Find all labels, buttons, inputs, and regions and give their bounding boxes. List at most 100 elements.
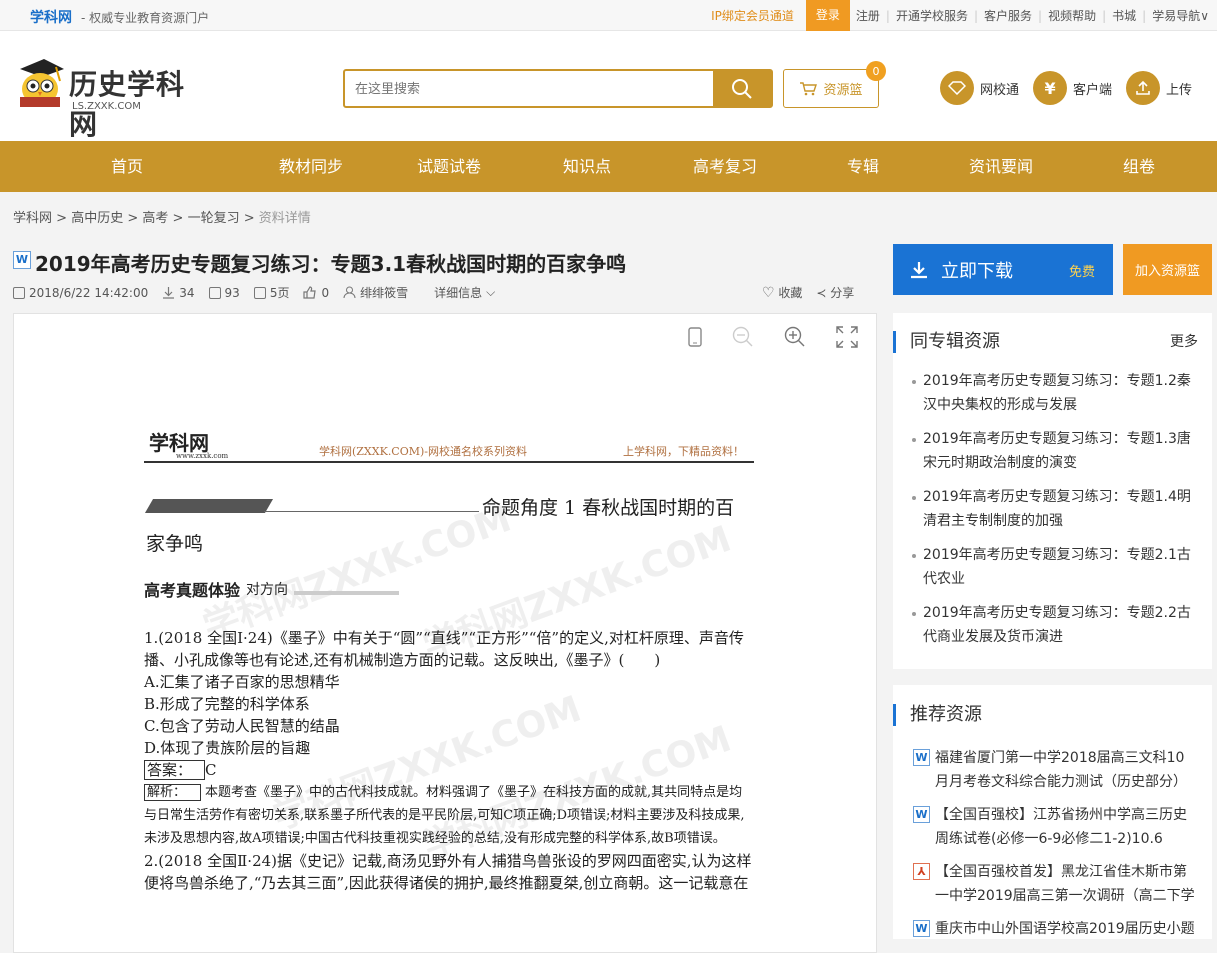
- school-service-link[interactable]: 开通学校服务: [890, 7, 974, 24]
- list-item[interactable]: 2019年高考历史专题复习练习：专题2.1古代农业: [893, 543, 1212, 591]
- eye-icon: [208, 286, 221, 299]
- bookstore-link[interactable]: 书城: [1106, 7, 1142, 24]
- list-item[interactable]: W 【全国百强校】江苏省扬州中学高三历史周练试卷(必修一6-9必修二1-2)10.…: [893, 803, 1212, 851]
- zoom-in-icon[interactable]: [784, 326, 806, 348]
- video-help-link[interactable]: 视频帮助: [1042, 7, 1102, 24]
- list-item[interactable]: 2019年高考历史专题复习练习：专题1.4明清君主专制制度的加强: [893, 485, 1212, 533]
- heading-bar-line: [264, 511, 479, 512]
- nav-gaokao-review[interactable]: 高考复习: [693, 141, 757, 192]
- thumbs-up-icon: [303, 286, 317, 299]
- option-b: B.形成了完整的科学体系: [144, 695, 310, 713]
- list-item[interactable]: 2019年高考历史专题复习练习：专题1.2秦汉中央集权的形成与发展: [893, 369, 1212, 417]
- doc-meta: 2018/6/22 14:42:00 34 93 5页 0 绯绯筱雪 详细信息 ⌵: [13, 284, 523, 301]
- nav-textbook-sync[interactable]: 教材同步: [279, 141, 343, 192]
- top-links: IP绑定会员通道 登录 注册 | 开通学校服务 | 客户服务 | 视频帮助 | 书城 | …: [705, 0, 1217, 31]
- doc-header-right: 上学科网，下精品资料！: [623, 445, 744, 458]
- more-link[interactable]: 更多: [1170, 331, 1198, 351]
- list-item[interactable]: W 福建省厦门第一中学2018届高三文科10月月考卷文科综合能力测试（历史部分）: [893, 746, 1212, 794]
- customer-service-link[interactable]: 客户服务: [978, 7, 1038, 24]
- recommend-title: 推荐资源: [893, 704, 1212, 726]
- option-a: A.汇集了诸子百家的思想精华: [144, 673, 340, 691]
- resource-basket-button[interactable]: 资源篮 0: [783, 61, 886, 108]
- register-link[interactable]: 注册: [850, 7, 886, 24]
- same-series-panel: 同专辑资源 更多 2019年高考历史专题复习练习：专题1.2秦汉中央集权的形成与…: [893, 313, 1212, 669]
- ip-member-link[interactable]: IP绑定会员通道: [705, 7, 800, 24]
- navigation-dropdown[interactable]: 学易导航∨: [1146, 7, 1217, 24]
- answer-line: 答案： C: [144, 759, 754, 781]
- list-item[interactable]: W 重庆市中山外国语学校高2019届历史小题: [893, 917, 1212, 941]
- free-badge: 免费: [1068, 265, 1095, 280]
- analysis-text: 本题考查《墨子》中的古代科技成就。材料强调了《墨子》在科技方面的成就,其共同特点…: [144, 785, 745, 846]
- viewer-toolbar: [688, 326, 858, 348]
- fullscreen-icon[interactable]: [836, 326, 858, 348]
- site-logo[interactable]: 历史学科网 LS.ZXXK.COM: [12, 53, 212, 141]
- breadcrumb: 学科网 > 高中历史 > 高考 > 一轮复习 > 资料详情: [13, 211, 311, 226]
- chevron-down-icon: ⌵: [486, 285, 496, 299]
- client-link[interactable]: ¥ 客户端: [1033, 71, 1112, 105]
- recommend-panel: 推荐资源 W 福建省厦门第一中学2018届高三文科10月月考卷文科综合能力测试（历…: [893, 685, 1212, 939]
- nav-exam-papers[interactable]: 试题试卷: [417, 141, 481, 192]
- login-button[interactable]: 登录: [805, 0, 850, 31]
- list-item[interactable]: 2019年高考历史专题复习练习：专题2.2古代商业发展及货币演进: [893, 601, 1212, 649]
- search-box: [343, 69, 773, 108]
- word-file-icon: W: [913, 920, 930, 937]
- main-nav: 首页 教材同步 试题试卷 知识点 高考复习 专辑 资讯要闻 组卷: [0, 141, 1217, 192]
- document-preview[interactable]: 学科网ZXXK.COM 学科网ZXXK.COM 学科网ZXXK.COM 学科网Z…: [13, 313, 877, 953]
- favorite-button[interactable]: ♡ 收藏: [762, 284, 802, 301]
- basket-count-badge: 0: [866, 61, 886, 81]
- nav-home[interactable]: 首页: [111, 141, 143, 192]
- nav-compose-paper[interactable]: 组卷: [1123, 141, 1155, 192]
- recommend-item-text: 【全国百强校首发】黑龙江省佳木斯市第一中学2019届高三第一次调研（高二下学: [935, 864, 1195, 904]
- top-bar: 学科网 - 权威专业教育资源门户 IP绑定会员通道 登录 注册 | 开通学校服务 |…: [0, 0, 1217, 31]
- question-1: 1.(2018 全国Ⅰ·24)《墨子》中有关于“圆”“直线”“正方形”“倍”的定…: [144, 629, 744, 669]
- doc-views: 93: [208, 286, 240, 300]
- breadcrumb-item[interactable]: 一轮复习: [188, 211, 240, 226]
- heading-bar-decoration: [144, 499, 274, 513]
- zoom-out-icon[interactable]: [732, 326, 754, 348]
- doc-section-title: 高考真题体验: [144, 581, 241, 600]
- download-label: 立即下载: [941, 260, 1013, 282]
- doc-actions: ♡ 收藏 ≺ 分享: [762, 284, 854, 301]
- list-item[interactable]: ⅄ 【全国百强校首发】黑龙江省佳木斯市第一中学2019届高三第一次调研（高二下学: [893, 860, 1212, 908]
- detail-dropdown[interactable]: 详细信息 ⌵: [434, 284, 509, 301]
- list-item[interactable]: 2019年高考历史专题复习练习：专题1.3唐宋元时期政治制度的演变: [893, 427, 1212, 475]
- upload-link[interactable]: 上传: [1126, 71, 1192, 105]
- wangxiaotong-link[interactable]: 网校通: [940, 71, 1019, 105]
- yen-icon: ¥: [1033, 71, 1068, 105]
- analysis-label: 解析：: [144, 784, 202, 801]
- nav-news[interactable]: 资讯要闻: [969, 141, 1033, 192]
- doc-author[interactable]: 绯绯筱雪: [343, 284, 408, 301]
- word-file-icon: W: [13, 250, 31, 269]
- logo-url: LS.ZXXK.COM: [72, 101, 141, 112]
- search-button[interactable]: [713, 71, 771, 106]
- breadcrumb-item[interactable]: 高考: [142, 211, 168, 226]
- page-icon: [253, 286, 266, 299]
- same-series-list: 2019年高考历史专题复习练习：专题1.2秦汉中央集权的形成与发展 2019年高…: [893, 369, 1212, 649]
- add-to-basket-button[interactable]: 加入资源篮: [1123, 244, 1212, 295]
- breadcrumb-item[interactable]: 高中历史: [71, 211, 123, 226]
- breadcrumb-current: 资料详情: [258, 211, 311, 226]
- search-input[interactable]: [345, 71, 713, 106]
- upload-icon: [1126, 71, 1161, 105]
- doc-section: 高考真题体验 对方向: [144, 577, 754, 601]
- site-brand-link[interactable]: 学科网: [30, 7, 72, 27]
- like-button[interactable]: 0: [303, 286, 329, 300]
- section-underline: [294, 591, 400, 595]
- nav-albums[interactable]: 专辑: [847, 141, 879, 192]
- doc-downloads: 34: [162, 286, 195, 300]
- mobile-icon[interactable]: [688, 327, 702, 347]
- doc-title-row: W 2019年高考历史专题复习练习：专题3.1春秋战国时期的百家争鸣: [13, 248, 626, 277]
- breadcrumb-item[interactable]: 学科网: [13, 211, 52, 226]
- clock-icon: [13, 286, 25, 299]
- search-icon: [732, 78, 752, 99]
- option-d: D.体现了贵族阶层的旨趣: [144, 739, 311, 757]
- download-now-button[interactable]: 立即下载 免费: [893, 244, 1113, 295]
- share-button[interactable]: ≺ 分享: [816, 284, 854, 301]
- share-icon: ≺: [816, 286, 827, 300]
- upload-label: 上传: [1166, 82, 1193, 98]
- recommend-list: W 福建省厦门第一中学2018届高三文科10月月考卷文科综合能力测试（历史部分） …: [893, 746, 1212, 941]
- nav-knowledge-points[interactable]: 知识点: [563, 141, 611, 192]
- answer-value: C: [205, 761, 217, 779]
- recommend-item-text: 【全国百强校】江苏省扬州中学高三历史周练试卷(必修一6-9必修二1-2)10.6: [935, 807, 1187, 847]
- download-icon: [911, 261, 927, 278]
